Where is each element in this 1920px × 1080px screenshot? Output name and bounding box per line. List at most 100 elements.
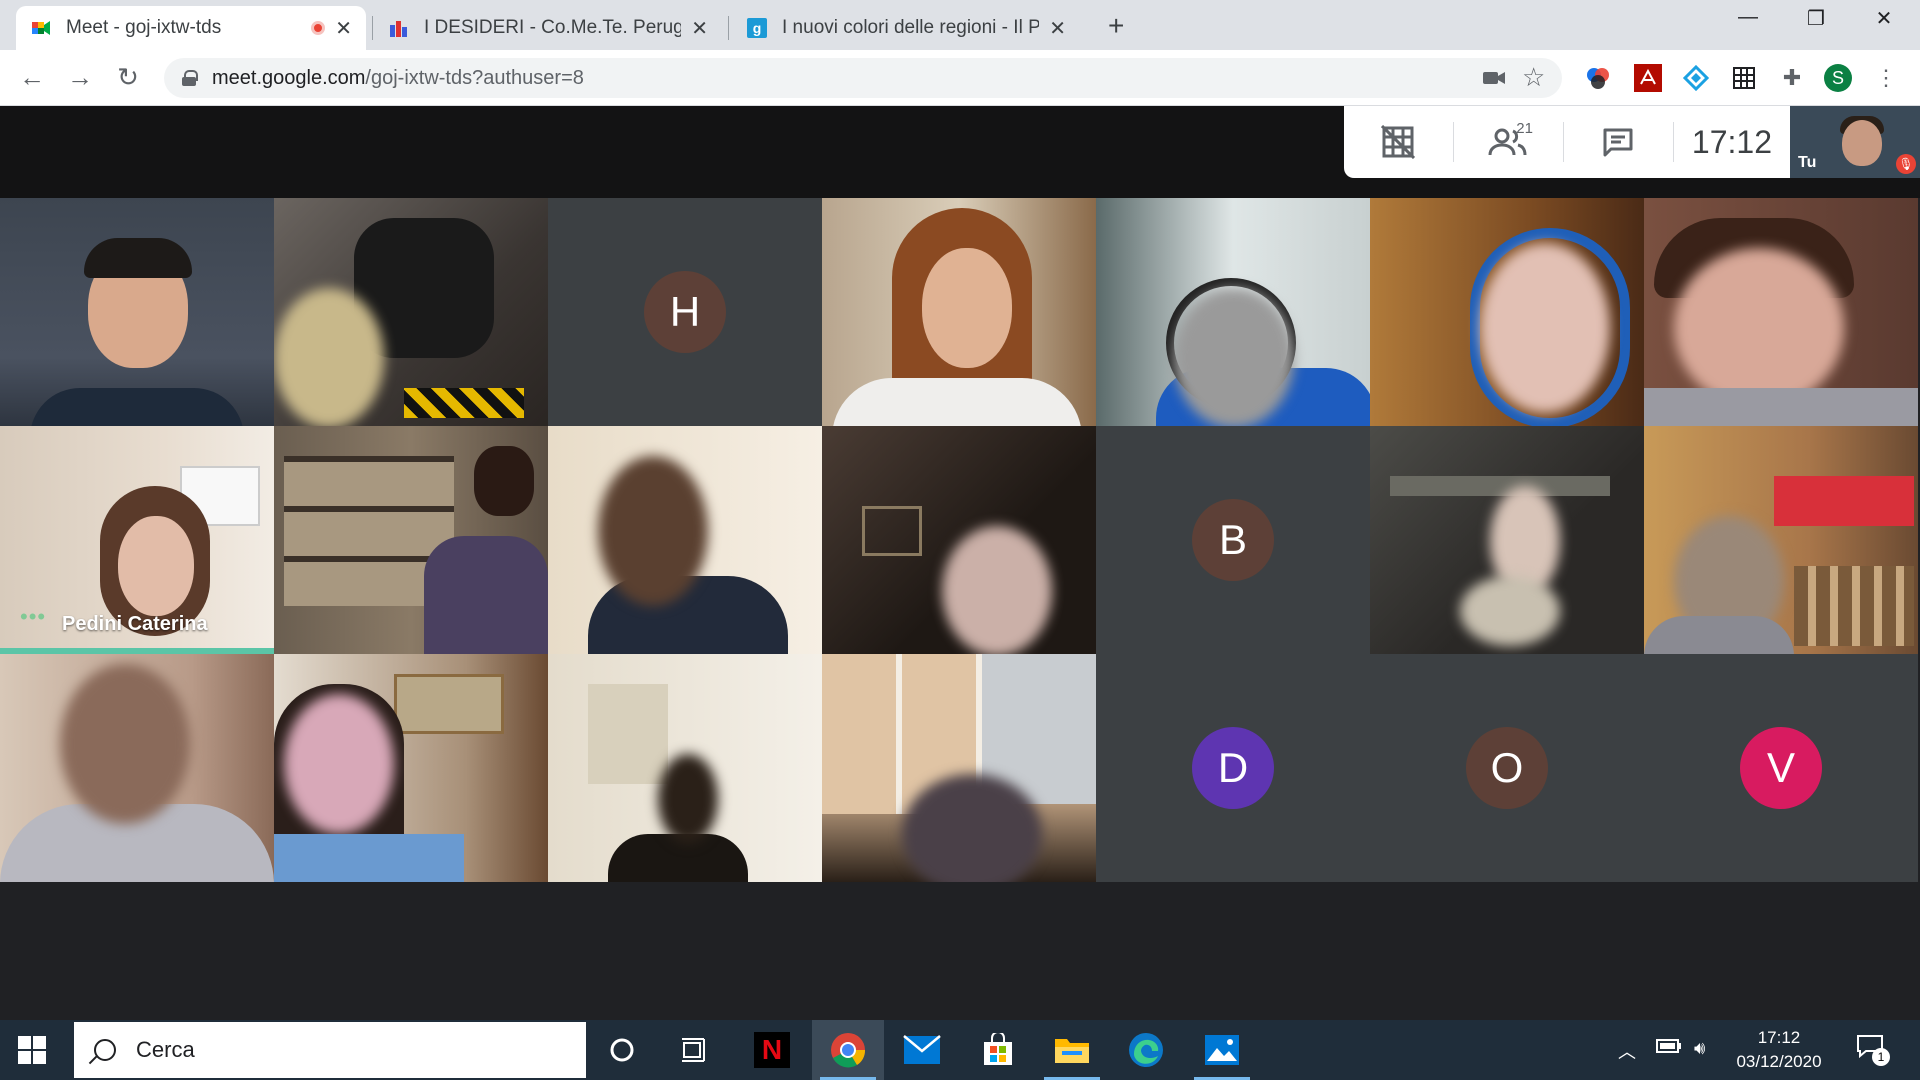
bookmark-star-icon[interactable]: ☆ <box>1522 62 1545 93</box>
self-face <box>1842 120 1882 166</box>
participant-shirt <box>1644 388 1918 426</box>
wall-poster <box>588 684 668 784</box>
participant-tile[interactable] <box>1644 198 1918 426</box>
participant-tile[interactable] <box>274 654 548 882</box>
chat-button[interactable] <box>1564 106 1673 178</box>
blurred-face <box>658 754 718 844</box>
forward-icon[interactable]: → <box>64 62 96 93</box>
participant-tile[interactable]: B <box>1096 426 1370 654</box>
participant-tile[interactable] <box>548 654 822 882</box>
participant-tile[interactable] <box>1370 198 1644 426</box>
blurred-face <box>942 526 1052 654</box>
wall-painting <box>394 674 504 734</box>
browser-tab-strip: Meet - goj-ixtw-tds ✕ I DESIDERI - Co.Me… <box>0 0 1920 50</box>
extension-diamond-icon[interactable] <box>1682 64 1710 92</box>
tab-nuovi-colori[interactable]: g I nuovi colori delle regioni - Il Po ✕ <box>732 6 1080 50</box>
back-icon[interactable]: ← <box>16 62 48 93</box>
participant-tile[interactable]: H <box>548 198 822 426</box>
photo-wall <box>1794 566 1914 646</box>
participant-face <box>118 516 194 616</box>
blurred-hands <box>1460 576 1560 646</box>
shelf <box>1390 476 1610 496</box>
acrobat-extension-icon[interactable] <box>1634 64 1662 92</box>
extension-grid-icon[interactable] <box>1730 64 1758 92</box>
participant-tile[interactable] <box>548 426 822 654</box>
blurred-face <box>902 774 1042 882</box>
restore-icon[interactable]: ❐ <box>1796 6 1836 31</box>
participant-tile[interactable] <box>0 654 274 882</box>
tab-meet[interactable]: Meet - goj-ixtw-tds ✕ <box>16 6 366 50</box>
camera-icon[interactable] <box>1482 67 1506 89</box>
windows-start-icon[interactable] <box>18 1036 46 1064</box>
participant-tile[interactable]: D <box>1096 654 1370 882</box>
reload-icon[interactable]: ↻ <box>112 62 144 93</box>
participant-avatar: D <box>1192 727 1274 809</box>
close-tab-icon[interactable]: ✕ <box>691 16 708 41</box>
participant-tile[interactable] <box>274 426 548 654</box>
participant-grid: H ••• Pedini Caterina B D O V <box>0 198 1920 888</box>
extensions-puzzle-icon[interactable]: ✚ <box>1778 64 1806 92</box>
participant-tile[interactable]: O <box>1370 654 1644 882</box>
task-view-icon[interactable] <box>658 1020 730 1080</box>
layout-grid-button[interactable] <box>1344 106 1453 178</box>
file-explorer-icon[interactable] <box>1036 1020 1108 1080</box>
participant-name: Pedini Caterina <box>62 613 208 635</box>
participant-tile[interactable]: ••• Pedini Caterina <box>0 426 274 654</box>
participant-tile[interactable] <box>1096 198 1370 426</box>
lock-icon[interactable] <box>182 70 198 86</box>
tab-desideri[interactable]: I DESIDERI - Co.Me.Te. Perugia - I ✕ <box>374 6 722 50</box>
participant-tile[interactable] <box>0 198 274 426</box>
participant-tile[interactable] <box>1644 426 1918 654</box>
new-tab-button[interactable]: + <box>1108 10 1124 42</box>
volume-icon[interactable]: 🔊︎ <box>1694 1038 1705 1059</box>
participant-shirt <box>274 834 464 882</box>
mic-off-icon: 🎙 <box>1896 154 1916 174</box>
participant-tile[interactable] <box>822 198 1096 426</box>
blurred-face <box>284 694 394 834</box>
extension-colorballs-icon[interactable] <box>1584 64 1612 92</box>
bunk-bed-blanket <box>1774 476 1914 526</box>
search-placeholder: Cerca <box>136 1037 195 1062</box>
browser-menu-icon[interactable]: ⋮ <box>1872 64 1900 92</box>
close-window-icon[interactable]: ✕ <box>1864 6 1904 31</box>
notification-center-icon[interactable]: 1 <box>1856 1034 1890 1066</box>
participant-avatar: B <box>1192 499 1274 581</box>
microsoft-store-icon[interactable] <box>962 1020 1034 1080</box>
participant-shirt <box>30 388 244 426</box>
recording-indicator-icon <box>311 21 326 35</box>
mail-icon[interactable] <box>886 1020 958 1080</box>
close-tab-icon[interactable]: ✕ <box>335 16 352 41</box>
taskbar-search-box[interactable]: Cerca <box>74 1022 586 1078</box>
netflix-icon[interactable]: N <box>736 1020 808 1080</box>
participant-tile[interactable] <box>822 426 1096 654</box>
tab-title: I DESIDERI - Co.Me.Te. Perugia - I <box>424 17 682 38</box>
participant-avatar: V <box>1740 727 1822 809</box>
edge-icon[interactable] <box>1110 1020 1182 1080</box>
battery-icon[interactable] <box>1656 1038 1682 1059</box>
cortana-icon[interactable] <box>586 1020 658 1080</box>
taskbar-clock[interactable]: 17:12 03/12/2020 <box>1714 1026 1844 1074</box>
participant-tile[interactable] <box>274 198 548 426</box>
participant-tile[interactable] <box>1370 426 1644 654</box>
photos-icon[interactable] <box>1186 1020 1258 1080</box>
participant-tile[interactable] <box>822 654 1096 882</box>
participant-shirt <box>424 536 548 654</box>
tab-separator <box>372 16 373 40</box>
blurred-face <box>1174 288 1294 426</box>
comete-site-icon <box>390 21 407 37</box>
chat-icon <box>1603 128 1633 157</box>
participant-tile[interactable]: V <box>1644 654 1918 882</box>
minimize-icon[interactable]: — <box>1728 6 1768 29</box>
participant-hair <box>84 238 192 278</box>
self-view-tile[interactable]: Tu 🎙 <box>1790 106 1920 178</box>
close-tab-icon[interactable]: ✕ <box>1049 16 1066 41</box>
blurred-face <box>60 664 190 824</box>
address-bar[interactable]: meet.google.com/goj-ixtw-tds?authuser=8 … <box>164 58 1562 98</box>
tab-title: I nuovi colori delle regioni - Il Po <box>782 17 1040 38</box>
chrome-taskbar-icon[interactable] <box>812 1020 884 1080</box>
show-hidden-icons-chevron-icon[interactable]: ︿ <box>1618 1038 1636 1064</box>
blurred-face <box>1674 248 1844 408</box>
profile-avatar[interactable]: S <box>1824 64 1852 92</box>
participants-button[interactable]: 21 <box>1454 106 1563 178</box>
participant-avatar: O <box>1466 727 1548 809</box>
